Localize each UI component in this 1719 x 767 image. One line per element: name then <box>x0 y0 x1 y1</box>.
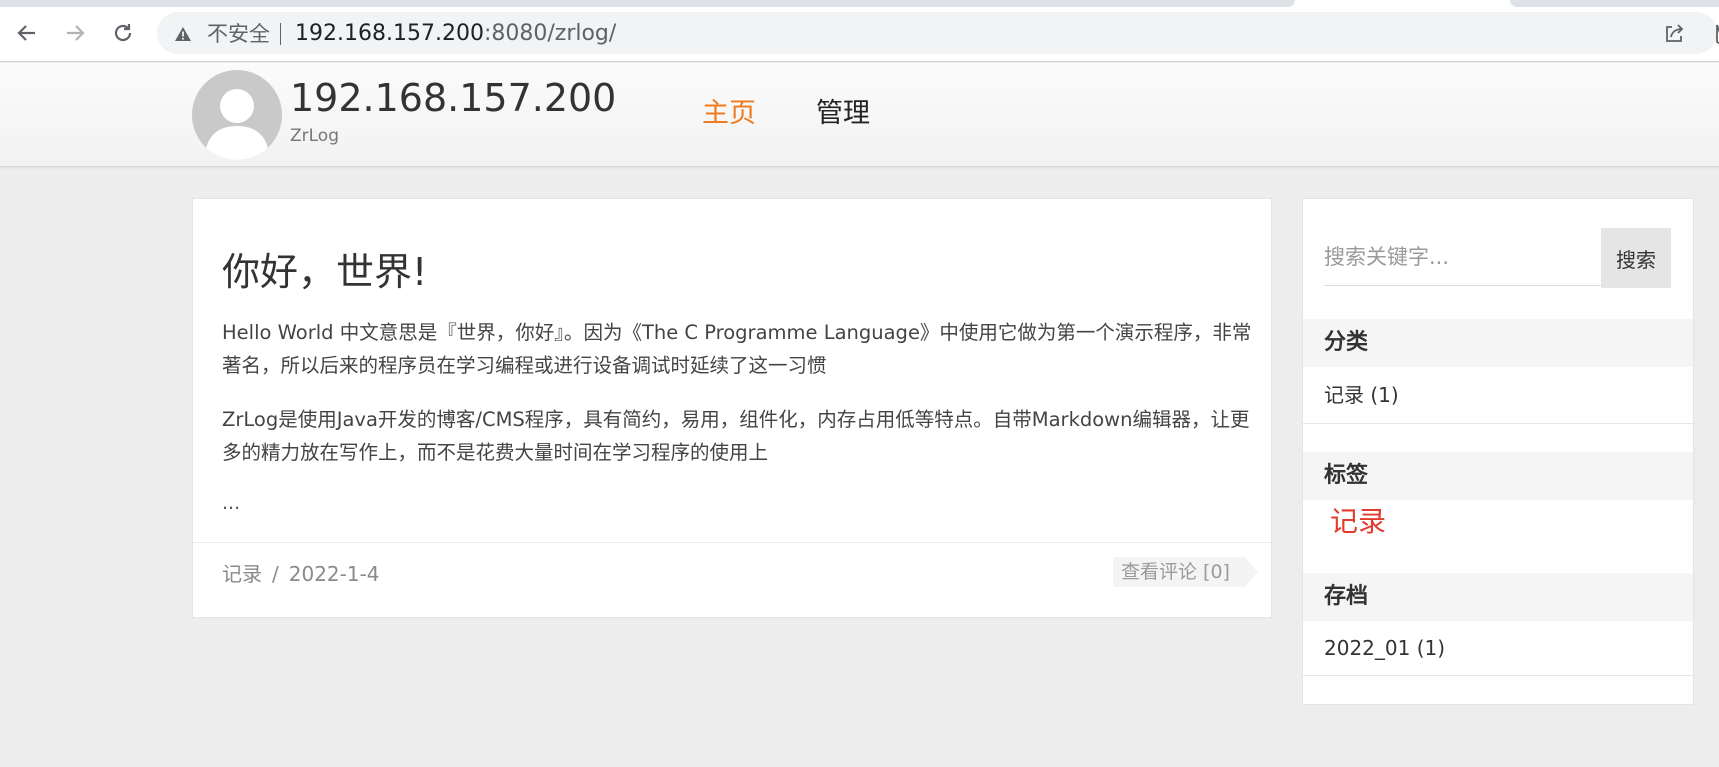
reload-icon[interactable] <box>108 18 138 48</box>
url-path: :8080/zrlog/ <box>483 21 617 46</box>
post-date: 2022-1-4 <box>288 562 380 586</box>
divider <box>1303 423 1693 424</box>
post-card: 你好，世界! Hello World 中文意思是『世界，你好』。因为《The C… <box>192 198 1272 618</box>
url-separator <box>280 23 281 45</box>
search-input[interactable] <box>1324 228 1602 286</box>
divider <box>1303 675 1693 676</box>
forward-icon[interactable] <box>60 18 90 48</box>
tab-strip <box>0 0 1295 7</box>
divider <box>193 542 1271 543</box>
site-subtitle: ZrLog <box>290 126 339 146</box>
nav-admin-link[interactable]: 管理 <box>816 96 870 132</box>
avatar <box>192 70 282 160</box>
post-more: ... <box>222 492 241 514</box>
share-icon[interactable] <box>1662 22 1686 46</box>
tab-strip-right <box>1510 0 1719 7</box>
archives-heading: 存档 <box>1303 573 1693 621</box>
warning-icon[interactable] <box>174 26 192 42</box>
archive-item[interactable]: 2022_01 (1) <box>1324 634 1445 662</box>
meta-separator: / <box>272 562 279 586</box>
back-icon[interactable] <box>12 18 42 48</box>
categories-heading: 分类 <box>1303 319 1693 367</box>
site-title[interactable]: 192.168.157.200 <box>290 74 616 122</box>
comments-link[interactable]: 查看评论 [0] <box>1113 557 1258 587</box>
url-host: 192.168.157.200 <box>295 21 484 46</box>
post-paragraph: Hello World 中文意思是『世界，你好』。因为《The C Progra… <box>222 321 1252 377</box>
category-item[interactable]: 记录 (1) <box>1324 381 1399 409</box>
tags-heading: 标签 <box>1303 452 1693 500</box>
tag-link[interactable]: 记录 <box>1330 504 1386 540</box>
star-icon[interactable] <box>1706 24 1719 46</box>
post-meta: 记录 / 2022-1-4 <box>222 560 380 588</box>
url-text[interactable]: 192.168.157.200:8080/zrlog/ <box>295 20 616 48</box>
insecure-label[interactable]: 不安全 <box>207 22 270 46</box>
post-title[interactable]: 你好，世界! <box>222 247 427 297</box>
nav-home-link[interactable]: 主页 <box>702 96 756 132</box>
post-paragraph: ZrLog是使用Java开发的博客/CMS程序，具有简约，易用，组件化，内存占用… <box>222 408 1250 464</box>
post-category-link[interactable]: 记录 <box>222 562 262 586</box>
search-button[interactable]: 搜索 <box>1601 228 1671 288</box>
sidebar: 搜索 分类 记录 (1) 标签 记录 存档 2022_01 (1) <box>1302 198 1694 705</box>
